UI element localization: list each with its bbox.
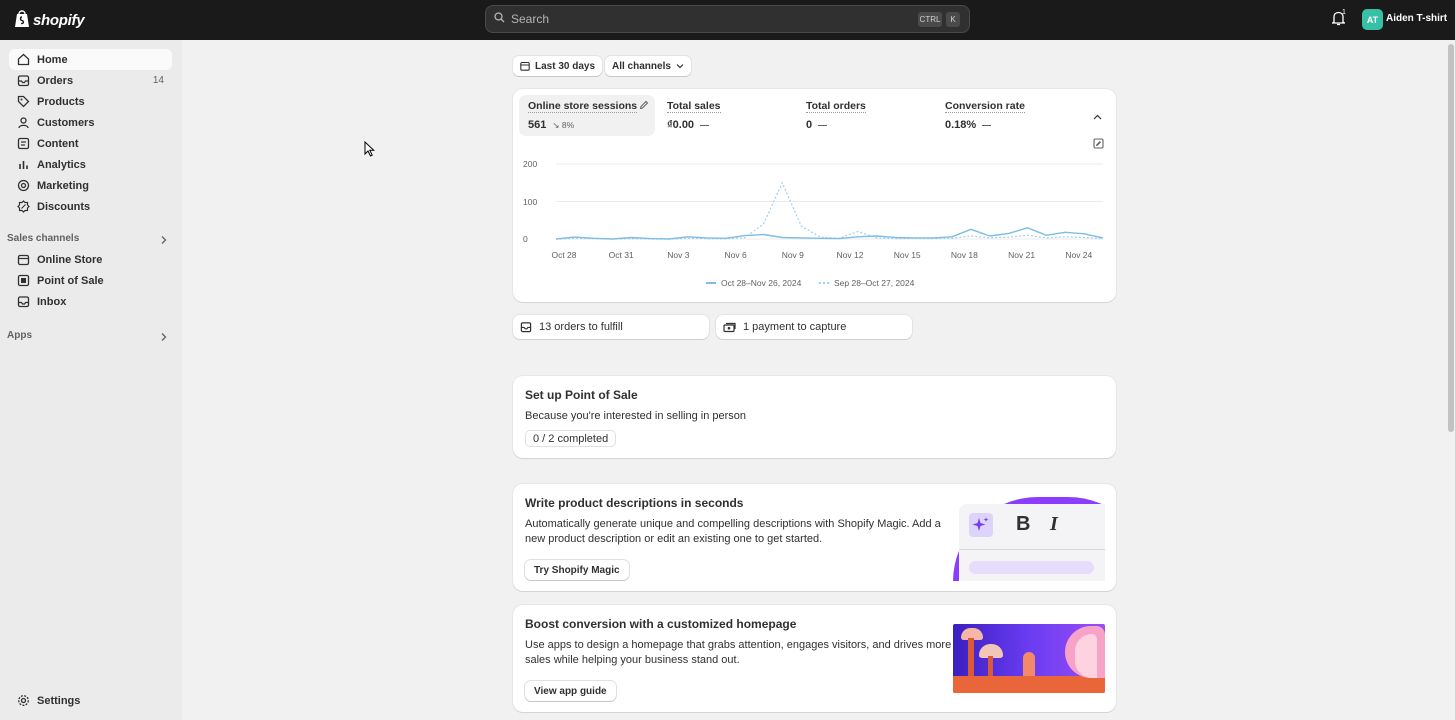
sidebar-item-products[interactable]: Products — [9, 91, 172, 112]
legend-dashed-swatch — [819, 282, 829, 284]
home-icon — [15, 52, 31, 68]
legend-solid-swatch — [706, 282, 716, 284]
view-app-guide-button[interactable]: View app guide — [525, 681, 616, 701]
x-tick-label: Nov 9 — [782, 250, 804, 260]
search-input[interactable]: Search CTRL K — [485, 5, 970, 33]
homepage-card-body-line2: sales while helping your business stand … — [525, 654, 740, 666]
date-range-button[interactable]: Last 30 days — [513, 56, 603, 76]
magic-card-title: Write product descriptions in seconds — [525, 496, 744, 510]
sidebar-item-point-of-sale[interactable]: Point of Sale — [9, 270, 172, 291]
tag-icon — [15, 94, 31, 110]
discount-icon — [15, 199, 31, 215]
sessions-line-chart: Oct 28 Oct 31 Nov 3 Nov 6 Nov 9 Nov 12 Nov 15 N… — [551, 163, 1104, 260]
shopify-magic-card: Write product descriptions in seconds Au… — [513, 484, 1116, 591]
channels-dropdown[interactable]: All channels — [605, 56, 691, 76]
orders-icon — [520, 321, 532, 333]
content-icon — [15, 136, 31, 152]
x-tick-label: Oct 31 — [609, 250, 634, 260]
magic-card-body-line2: new product description or edit an exist… — [525, 533, 823, 545]
sidebar-item-orders[interactable]: Orders 14 — [9, 70, 172, 91]
sidebar-item-content[interactable]: Content — [9, 133, 172, 154]
chart-icon — [15, 157, 31, 173]
pos-setup-title: Set up Point of Sale — [525, 388, 638, 402]
legend-previous[interactable]: Sep 28–Oct 27, 2024 — [819, 278, 914, 288]
sidebar-item-inbox[interactable]: Inbox — [9, 291, 172, 312]
sidebar-item-online-store[interactable]: Online Store — [9, 249, 172, 270]
chevron-right-icon[interactable] — [160, 332, 168, 345]
pos-icon — [15, 273, 31, 289]
x-tick-label: Nov 18 — [951, 250, 978, 260]
x-tick-label: Nov 6 — [724, 250, 746, 260]
analytics-card: Online store sessions 561 ↘ 8% Total sal… — [513, 89, 1116, 302]
x-tick-label: Nov 21 — [1008, 250, 1035, 260]
gear-icon — [15, 693, 31, 709]
shortcut-ctrl-key: CTRL — [918, 12, 942, 27]
sidebar-item-customers[interactable]: Customers — [9, 112, 172, 133]
payment-to-capture-button[interactable]: 1 payment to capture — [716, 315, 912, 339]
calendar-icon — [520, 61, 530, 71]
person-icon — [15, 115, 31, 131]
chevron-down-icon — [676, 63, 684, 69]
sidebar-item-home[interactable]: Home — [9, 49, 172, 70]
magic-card-body-line1: Automatically generate unique and compel… — [525, 518, 941, 530]
x-tick-label: Nov 15 — [894, 250, 921, 260]
shortcut-k-key: K — [946, 12, 960, 27]
inbox-icon — [15, 294, 31, 310]
homepage-illustration — [953, 624, 1105, 693]
magic-illustration: B I — [953, 497, 1105, 581]
sidebar-item-discounts[interactable]: Discounts — [9, 196, 172, 217]
sidebar-item-marketing[interactable]: Marketing — [9, 175, 172, 196]
pos-setup-subtitle: Because you're interested in selling in … — [525, 410, 747, 422]
current-period-line[interactable] — [555, 227, 1104, 240]
previous-period-line[interactable] — [555, 182, 1104, 240]
store-icon — [15, 252, 31, 268]
sidebar: Home Orders 14 Products Customers Conten… — [0, 40, 182, 720]
notification-count: 1 — [1342, 9, 1346, 16]
search-icon — [494, 12, 505, 26]
scrollbar-thumb[interactable] — [1448, 44, 1454, 432]
try-shopify-magic-button[interactable]: Try Shopify Magic — [525, 560, 629, 580]
x-tick-label: Nov 12 — [837, 250, 864, 260]
homepage-card: Boost conversion with a customized homep… — [513, 605, 1116, 712]
pos-setup-card[interactable]: Set up Point of Sale Because you're inte… — [513, 376, 1116, 458]
sidebar-item-analytics[interactable]: Analytics — [9, 154, 172, 175]
italic-format-icon: I — [1050, 513, 1058, 535]
shopify-wordmark: shopify — [33, 11, 85, 29]
homepage-card-title: Boost conversion with a customized homep… — [525, 617, 797, 631]
shopify-bag-icon — [14, 9, 30, 31]
search-placeholder: Search — [511, 12, 550, 26]
orders-count-badge: 14 — [152, 75, 164, 86]
bold-format-icon: B — [1016, 513, 1031, 535]
top-bar: shopify Search CTRL K 1 AT Aiden T-shirt — [0, 0, 1455, 40]
cash-icon — [723, 322, 736, 333]
legend-current[interactable]: Oct 28–Nov 26, 2024 — [706, 278, 801, 288]
homepage-card-body-line1: Use apps to design a homepage that grabs… — [525, 639, 952, 651]
chevron-right-icon[interactable] — [160, 235, 168, 248]
target-icon — [15, 178, 31, 194]
store-name[interactable]: Aiden T-shirt — [1386, 13, 1447, 24]
x-tick-label: Oct 28 — [551, 250, 576, 260]
x-tick-label: Nov 24 — [1065, 250, 1092, 260]
mouse-cursor-icon — [364, 140, 376, 160]
pos-setup-progress: 0 / 2 completed — [525, 430, 617, 447]
sales-channels-heading[interactable]: Sales channels — [7, 233, 79, 244]
sidebar-item-settings[interactable]: Settings — [9, 690, 172, 711]
apps-heading[interactable]: Apps — [7, 330, 32, 341]
avatar[interactable]: AT — [1362, 9, 1383, 30]
shopify-logo[interactable]: shopify — [14, 9, 85, 31]
orders-icon — [15, 73, 31, 89]
sparkle-icon — [969, 513, 993, 537]
orders-to-fulfill-button[interactable]: 13 orders to fulfill — [513, 315, 709, 339]
x-tick-label: Nov 3 — [667, 250, 689, 260]
